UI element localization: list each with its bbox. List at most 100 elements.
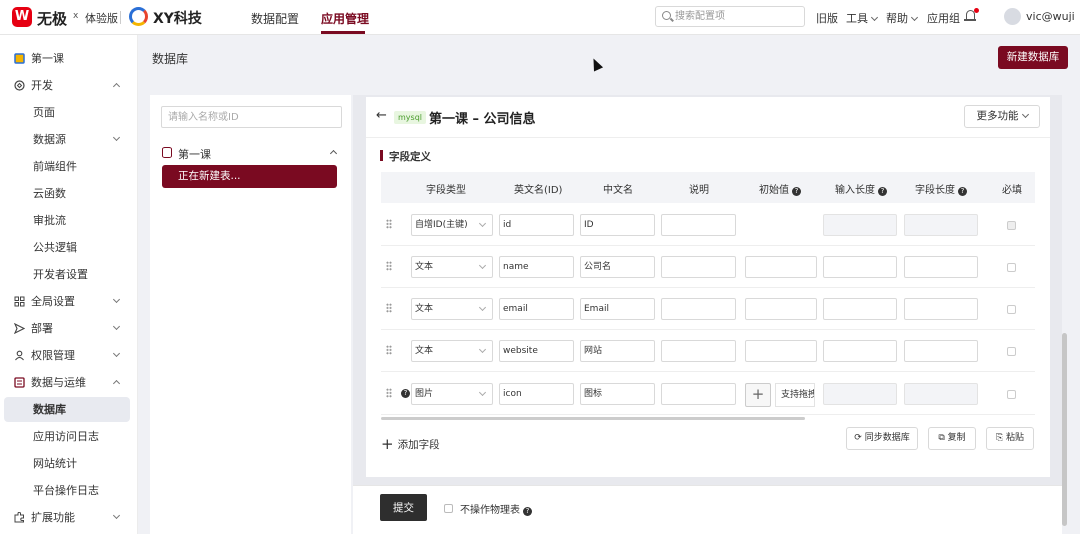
sidebar-item-database[interactable]: 数据库 bbox=[4, 397, 130, 422]
sidebar-item-approval-flow[interactable]: 审批流 bbox=[0, 208, 138, 233]
legacy-link[interactable]: 旧版 bbox=[816, 10, 838, 26]
sidebar-item-common-logic[interactable]: 公共逻辑 bbox=[0, 235, 138, 260]
help-icon[interactable]: ? bbox=[958, 187, 967, 196]
input-length-input[interactable] bbox=[823, 256, 897, 278]
more-functions-button[interactable]: 更多功能 bbox=[964, 105, 1040, 128]
required-checkbox[interactable] bbox=[1007, 263, 1016, 272]
description-input[interactable] bbox=[661, 214, 736, 236]
required-checkbox[interactable] bbox=[1007, 305, 1016, 314]
sidebar-item-first-lesson[interactable]: 第一课 bbox=[0, 46, 138, 71]
table-search-input[interactable] bbox=[168, 110, 338, 124]
table-search[interactable] bbox=[161, 106, 342, 128]
sidebar-item-dev[interactable]: 开发 bbox=[0, 73, 138, 98]
chevron-down-icon bbox=[478, 219, 487, 228]
horizontal-scrollbar[interactable] bbox=[381, 417, 805, 420]
chinese-name-input[interactable]: ID bbox=[580, 214, 655, 236]
field-type-select[interactable]: 文本 bbox=[411, 298, 493, 320]
english-name-input[interactable]: email bbox=[499, 298, 574, 320]
back-arrow-icon[interactable]: ← bbox=[376, 108, 387, 123]
sidebar-item-permissions[interactable]: 权限管理 bbox=[0, 343, 138, 368]
initial-value-input[interactable] bbox=[745, 298, 817, 320]
help-icon[interactable]: ? bbox=[523, 507, 532, 516]
english-name-input[interactable]: id bbox=[499, 214, 574, 236]
org-name[interactable]: XY科技 bbox=[153, 8, 202, 28]
app-group-link[interactable]: 应用组 bbox=[927, 10, 960, 26]
help-icon[interactable]: ? bbox=[878, 187, 887, 196]
sidebar-item-extensions[interactable]: 扩展功能 bbox=[0, 505, 138, 530]
description-input[interactable] bbox=[661, 340, 736, 362]
sync-database-button[interactable]: ⟳ 同步数据库 bbox=[846, 427, 918, 450]
drag-handle-icon[interactable] bbox=[386, 345, 392, 355]
description-input[interactable] bbox=[661, 298, 736, 320]
english-name-input[interactable]: icon bbox=[499, 383, 574, 405]
sidebar-item-dev-settings[interactable]: 开发者设置 bbox=[0, 262, 138, 287]
new-database-button[interactable]: 新建数据库 bbox=[998, 46, 1068, 69]
copy-button[interactable]: ⧉ 复制 bbox=[928, 427, 976, 450]
input-length-input[interactable] bbox=[823, 340, 897, 362]
sidebar-item-access-log[interactable]: 应用访问日志 bbox=[0, 424, 138, 449]
tools-menu[interactable]: 工具 bbox=[846, 10, 879, 26]
chinese-name-input[interactable]: 网站 bbox=[580, 340, 655, 362]
section-title: 字段定义 bbox=[389, 151, 431, 163]
database-node[interactable]: 第一课 bbox=[161, 145, 342, 161]
sidebar-item-label: 部署 bbox=[31, 322, 53, 335]
paste-button[interactable]: ⎘ 粘贴 bbox=[986, 427, 1034, 450]
sidebar-item-cloud-functions[interactable]: 云函数 bbox=[0, 181, 138, 206]
required-checkbox[interactable] bbox=[1007, 347, 1016, 356]
config-search-input[interactable] bbox=[675, 9, 800, 24]
sidebar-item-datasource[interactable]: 数据源 bbox=[0, 127, 138, 152]
chevron-up-icon[interactable] bbox=[329, 149, 338, 158]
help-icon[interactable]: ? bbox=[792, 187, 801, 196]
sidebar-item-data-ops[interactable]: 数据与运维 bbox=[0, 370, 138, 395]
help-icon[interactable]: ? bbox=[401, 389, 410, 398]
creating-table-item[interactable]: 正在新建表... bbox=[162, 165, 337, 188]
description-input[interactable] bbox=[661, 256, 736, 278]
drag-handle-icon[interactable] bbox=[386, 388, 392, 398]
english-name-input[interactable]: website bbox=[499, 340, 574, 362]
drag-handle-icon[interactable] bbox=[386, 261, 392, 271]
username[interactable]: vic@wuji bbox=[1026, 10, 1075, 23]
required-checkbox[interactable] bbox=[1007, 390, 1016, 399]
field-type-select[interactable]: 图片 bbox=[411, 383, 493, 405]
field-length-input[interactable] bbox=[904, 298, 978, 320]
chinese-name-input[interactable]: 公司名 bbox=[580, 256, 655, 278]
field-length-input[interactable] bbox=[904, 340, 978, 362]
sidebar-item-site-stats[interactable]: 网站统计 bbox=[0, 451, 138, 476]
wuji-logo-icon[interactable]: W bbox=[12, 7, 32, 27]
sidebar-item-label: 扩展功能 bbox=[31, 511, 75, 524]
sidebar-item-frontend-components[interactable]: 前端组件 bbox=[0, 154, 138, 179]
drag-handle-icon[interactable] bbox=[386, 219, 392, 229]
upload-plus-button[interactable]: + bbox=[745, 383, 771, 407]
vertical-scrollbar[interactable] bbox=[1062, 333, 1067, 526]
add-field-button[interactable]: + 添加字段 bbox=[381, 434, 440, 453]
sidebar-item-global-settings[interactable]: 全局设置 bbox=[0, 289, 138, 314]
sidebar-item-label: 审批流 bbox=[33, 214, 66, 227]
help-menu[interactable]: 帮助 bbox=[886, 10, 919, 26]
avatar[interactable] bbox=[1004, 8, 1021, 25]
field-type-select[interactable]: 自增ID(主键) bbox=[411, 214, 493, 236]
upload-drag-hint[interactable]: 支持拖拽 bbox=[775, 383, 815, 407]
english-name-input[interactable]: name bbox=[499, 256, 574, 278]
initial-value-input[interactable] bbox=[745, 340, 817, 362]
chinese-name-input[interactable]: 图标 bbox=[580, 383, 655, 405]
submit-button[interactable]: 提交 bbox=[380, 494, 427, 521]
field-length-input[interactable] bbox=[904, 256, 978, 278]
sidebar-item-pages[interactable]: 页面 bbox=[0, 100, 138, 125]
chinese-name-input[interactable]: Email bbox=[580, 298, 655, 320]
drag-handle-icon[interactable] bbox=[386, 303, 392, 313]
sidebar-item-platform-log[interactable]: 平台操作日志 bbox=[0, 478, 138, 503]
sidebar-item-deploy[interactable]: 部署 bbox=[0, 316, 138, 341]
sidebar-item-label: 平台操作日志 bbox=[33, 484, 99, 497]
xy-logo-icon bbox=[129, 7, 148, 26]
initial-value-input[interactable] bbox=[745, 256, 817, 278]
field-type-select[interactable]: 文本 bbox=[411, 256, 493, 278]
no-physical-table-checkbox[interactable] bbox=[444, 504, 453, 513]
field-type-select[interactable]: 文本 bbox=[411, 340, 493, 362]
chevron-down-icon bbox=[112, 511, 121, 520]
description-input[interactable] bbox=[661, 383, 736, 405]
tab-app-management[interactable]: 应用管理 bbox=[321, 10, 369, 27]
config-search[interactable] bbox=[655, 6, 805, 27]
brand-name[interactable]: 无极 bbox=[37, 8, 67, 29]
input-length-input[interactable] bbox=[823, 298, 897, 320]
tab-data-config[interactable]: 数据配置 bbox=[251, 10, 299, 27]
